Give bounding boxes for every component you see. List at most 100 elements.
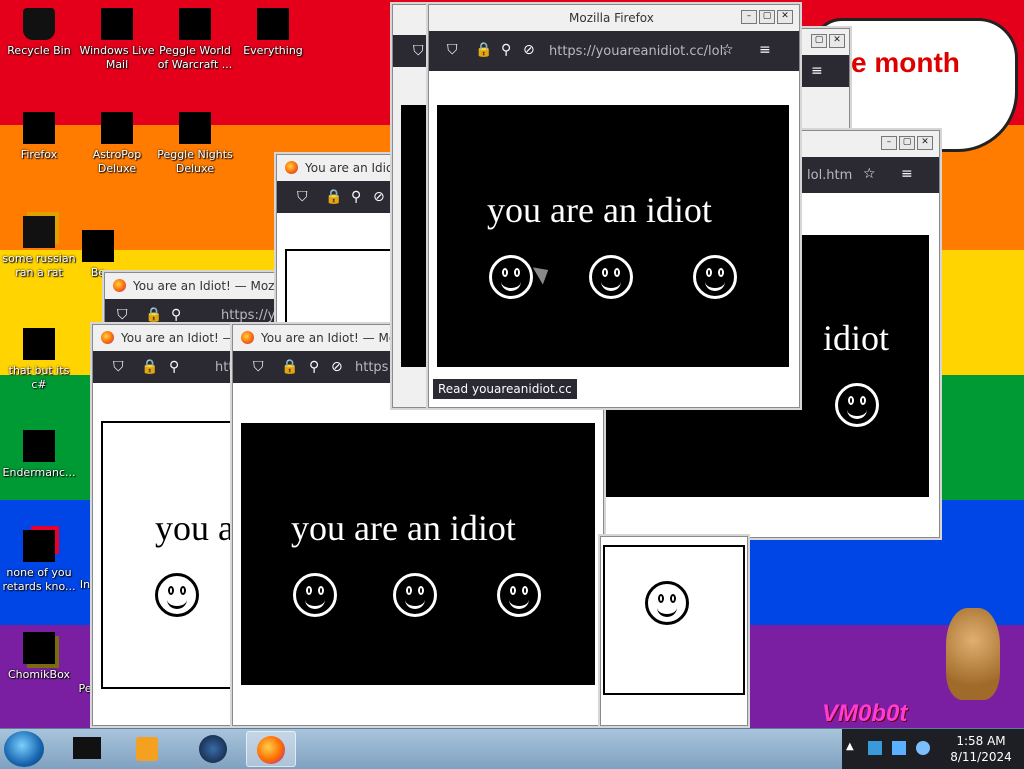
close-button[interactable]: ✕ [917,136,933,150]
tracking-icon[interactable]: ⊘ [523,42,535,58]
smiley-icon [693,255,737,299]
desktop-icon-astropop[interactable]: AstroPop Deluxe [78,112,156,176]
title-bar: You are an Idiot! — Mozilla [105,273,295,299]
menu-icon[interactable]: ≡ [811,63,823,79]
desktop-icon-peggle-wow[interactable]: Peggle World of Warcraft ... [156,8,234,72]
page-content: you are an idiot Read youareanidiot.cc [429,71,799,407]
desktop: e month Recycle Bin Windows Live Mail Pe… [0,0,1024,728]
start-button[interactable] [4,731,44,767]
url-bar[interactable]: lol.htm [807,168,852,183]
lock-icon[interactable]: 🔒 [145,307,162,323]
desktop-icon-endermanch[interactable]: Endermanc... [0,430,78,480]
icon-label: Recycle Bin [7,44,71,57]
shield-icon[interactable]: ⛉ [297,189,308,205]
shield-icon[interactable]: ⛉ [447,42,458,58]
peggle-nights-icon [179,112,211,144]
bookmark-star-icon[interactable]: ☆ [863,166,876,182]
taskbar-app-3[interactable] [188,731,238,767]
icon-label: Peggle World of Warcraft ... [157,44,233,71]
desktop-icon-recycle-bin[interactable]: Recycle Bin [0,8,78,58]
smiley-icon [293,573,337,617]
tracking-icon[interactable]: ⊘ [331,359,343,375]
shortcut-icon [23,328,55,360]
permissions-icon[interactable]: ⚲ [351,189,361,205]
show-hidden-icons[interactable]: ▲ [846,741,854,752]
icon-label: Everything [243,44,303,57]
firefox-icon [101,331,114,344]
lock-icon[interactable]: 🔒 [281,359,298,375]
lock-icon[interactable]: 🔒 [475,42,492,58]
close-button[interactable]: ✕ [829,34,845,48]
desktop-icon-everything[interactable]: Everything [234,8,312,58]
url-bar[interactable]: https: [355,360,393,375]
url-bar[interactable]: https://youareanidiot.cc/lol. [549,44,727,59]
clock[interactable]: 1:58 AM 8/11/2024 [946,733,1016,765]
taskbar-media-player[interactable] [122,731,172,767]
permissions-icon[interactable]: ⚲ [171,307,181,323]
astropop-icon [101,112,133,144]
tracking-icon[interactable]: ⊘ [373,189,385,205]
desktop-icon-chomikbox[interactable]: ChomikBox [0,632,78,682]
smiley-icon [589,255,633,299]
title-bar: You are an Idiot [277,155,401,181]
url-bar[interactable]: htt [215,360,233,375]
network-icon[interactable] [892,741,906,755]
title-bar: Mozilla Firefox – ▢ ✕ [429,5,799,31]
window-title: You are an Idiot! — M [121,331,249,345]
idiot-panel: you are an idiot [437,105,789,367]
volume-icon[interactable] [916,741,930,755]
idiot-text: you are an idiot [487,190,712,230]
taskbar-app-1[interactable] [62,731,112,767]
maximize-button[interactable]: ▢ [899,136,915,150]
watermark: VM0b0t [822,700,908,727]
minimize-button[interactable]: – [881,136,897,150]
opera-icon [23,530,55,562]
desktop-icon-peggle-nights[interactable]: Peggle Nights Deluxe [156,112,234,176]
idiot-panel [603,545,745,695]
taskbar: ▲ 1:58 AM 8/11/2024 [0,728,1024,769]
shield-icon[interactable]: ⛉ [113,359,124,375]
desktop-icon-windows-live-mail[interactable]: Windows Live Mail [78,8,156,72]
terminal-icon [23,430,55,462]
permissions-icon[interactable]: ⚲ [309,359,319,375]
maximize-button[interactable]: ▢ [759,10,775,24]
menu-icon[interactable]: ≡ [901,166,913,182]
globe-icon [199,735,227,763]
shield-icon[interactable]: ⛉ [253,359,264,375]
firefox-icon [257,736,285,764]
minimize-button[interactable]: – [741,10,757,24]
icon-label: Firefox [20,148,58,161]
window-controls: – ▢ ✕ [881,136,933,150]
bubble-text: e month [851,47,960,78]
restore-button[interactable]: ▢ [811,34,827,48]
firefox-icon [23,112,55,144]
browser-window-fragment[interactable] [600,536,748,726]
shield-icon[interactable]: ⛉ [117,307,128,323]
icon-label: that but its c# [8,364,70,391]
taskbar-firefox[interactable] [246,731,296,767]
menu-icon[interactable]: ≡ [759,42,771,58]
bookmark-star-icon[interactable]: ☆ [721,42,734,58]
title-bar: You are an Idiot! — M [93,325,253,351]
lock-icon[interactable]: 🔒 [325,189,342,205]
desktop-icon-csharp[interactable]: that but its c# [0,328,78,392]
browser-window-front[interactable]: Mozilla Firefox – ▢ ✕ ⛉ 🔒 ⚲ ⊘ https://youa… [428,4,800,408]
permissions-icon[interactable]: ⚲ [169,359,179,375]
desktop-icon-none-of-you[interactable]: none of you retards kno... [0,530,78,594]
firefox-icon [241,331,254,344]
mail-icon [101,8,133,40]
smiley-icon [497,573,541,617]
desktop-icon-firefox[interactable]: Firefox [0,112,78,162]
tray-app-icon[interactable] [868,741,882,755]
browser-window-bottom-left[interactable]: You are an Idiot! — M ⛉ 🔒 ⚲ htt you a [92,324,254,726]
search-icon [257,8,289,40]
recycle-bin-icon [23,8,55,40]
url-bar[interactable]: https://y [221,308,275,323]
permissions-icon[interactable]: ⚲ [501,42,511,58]
close-button[interactable]: ✕ [777,10,793,24]
lock-icon[interactable]: 🔒 [141,359,158,375]
desktop-icon-russian-rat[interactable]: some russian ran a rat [0,216,78,280]
icon-label: Peggle Nights Deluxe [157,148,233,175]
shield-icon[interactable]: ⛉ [413,43,424,59]
window-controls: – ▢ ✕ [741,10,793,24]
